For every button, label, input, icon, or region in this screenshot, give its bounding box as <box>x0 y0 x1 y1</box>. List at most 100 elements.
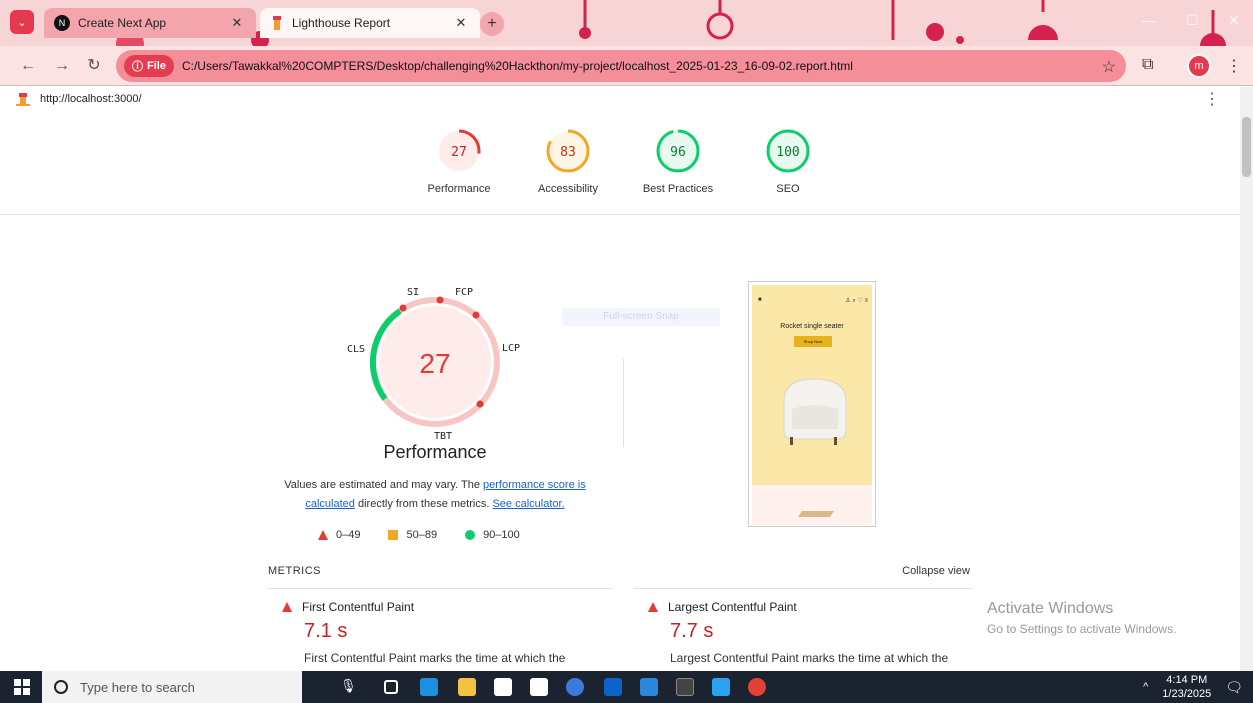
back-icon[interactable]: ← <box>18 56 38 76</box>
chevron-up-icon[interactable]: ^ <box>1143 681 1148 693</box>
new-tab-button[interactable]: + <box>480 12 504 36</box>
label-fcp: FCP <box>455 287 473 298</box>
final-screenshot[interactable]: ■ ♙ ⌕ ♡ ≡ Rocket single seater Shop Now <box>748 281 876 527</box>
edge-icon[interactable] <box>420 678 438 696</box>
notifications-icon[interactable]: 🗨 <box>1225 679 1243 696</box>
label-cls: CLS <box>347 344 365 355</box>
performance-gauge-large: SI FCP LCP TBT CLS 27 <box>347 287 520 442</box>
gauge-performance[interactable]: 27 Performance <box>409 127 509 195</box>
close-window-icon[interactable]: ✕ <box>1228 12 1240 29</box>
gauge-ring: 83 <box>546 129 590 173</box>
reload-icon[interactable]: ↻ <box>84 56 104 76</box>
gauge-seo[interactable]: 100 SEO <box>738 127 838 195</box>
file-explorer-icon[interactable] <box>458 678 476 696</box>
category-gauges: 27 Performance 83 Accessibility 96 Best … <box>0 111 1240 215</box>
browser-menu-icon[interactable]: ⋮ <box>1226 56 1242 76</box>
metrics-header: METRICS Collapse view <box>268 565 972 577</box>
toolbar: ← → ↻ ⓘ File C:/Users/Tawakkal%20COMPTERS… <box>0 46 1253 86</box>
fcp-marker <box>436 296 444 304</box>
microphone-icon[interactable]: 🎙 <box>340 678 358 696</box>
close-tab-icon[interactable]: ✕ <box>452 15 470 31</box>
legend-average: 50–89 <box>388 529 437 541</box>
extensions-icon[interactable]: ⧉ <box>1142 56 1153 74</box>
gauge-score: 100 <box>776 145 799 160</box>
forward-icon[interactable]: → <box>52 56 72 76</box>
si-marker <box>399 304 407 312</box>
profile-avatar[interactable]: m <box>1187 54 1211 78</box>
gauge-ring: 96 <box>656 129 700 173</box>
tab-title: Lighthouse Report <box>292 16 391 30</box>
scrollbar-thumb[interactable] <box>1242 117 1251 177</box>
maximize-icon[interactable]: ☐ <box>1186 12 1199 29</box>
divider <box>623 359 624 447</box>
task-view-icon[interactable] <box>384 680 398 694</box>
report-url[interactable]: http://localhost:3000/ <box>40 93 142 105</box>
taskbar-search[interactable]: Type here to search <box>42 671 302 703</box>
file-chip-label: File <box>147 60 166 72</box>
score-legend: 0–49 50–89 90–100 <box>318 529 578 541</box>
triangle-icon <box>318 530 328 540</box>
address-bar[interactable]: ⓘ File C:/Users/Tawakkal%20COMPTERS/Deskt… <box>116 50 1126 82</box>
divider <box>268 588 612 589</box>
windows-taskbar: Type here to search 🎙 ^ 4:14 PM 1/23/202… <box>0 671 1253 703</box>
close-tab-icon[interactable]: ✕ <box>228 15 246 31</box>
outlook-icon[interactable] <box>604 678 622 696</box>
label-lcp: LCP <box>502 343 520 354</box>
vscode-icon[interactable] <box>712 678 730 696</box>
see-calculator-link[interactable]: See calculator. <box>492 498 564 510</box>
watermark-line1: Activate Windows <box>987 600 1114 617</box>
legend-pass: 90–100 <box>465 529 520 541</box>
store-icon[interactable] <box>494 678 512 696</box>
metric-value: 7.1 s <box>304 620 348 642</box>
windows-start-icon[interactable] <box>14 679 30 695</box>
site-info-chip[interactable]: ⓘ File <box>124 55 174 77</box>
info-icon: ⓘ <box>132 61 143 73</box>
copilot-icon[interactable] <box>566 678 584 696</box>
page-scrollbar[interactable] <box>1240 87 1253 671</box>
performance-title: Performance <box>383 442 487 462</box>
gauge-accessibility[interactable]: 83 Accessibility <box>518 127 618 195</box>
collapse-view-toggle[interactable]: Collapse view <box>902 565 970 577</box>
tab-search-button[interactable]: ⌄ <box>10 10 34 34</box>
divider <box>634 588 972 589</box>
label-si: SI <box>407 287 419 298</box>
legend-label: 50–89 <box>406 529 438 541</box>
gauge-label: Performance <box>427 183 491 195</box>
tab-create-next-app[interactable]: N Create Next App ✕ <box>44 8 256 38</box>
mail-icon[interactable] <box>530 678 548 696</box>
screenshot-shop-button: Shop Now <box>794 336 832 347</box>
metric-name: Largest Contentful Paint <box>668 600 797 614</box>
fullscreen-hint: Full-screen Snap <box>562 308 720 326</box>
metric-lcp: Largest Contentful Paint 7.7 s Largest C… <box>648 600 988 665</box>
system-tray: ^ 4:14 PM 1/23/2025 🗨 <box>1143 671 1243 703</box>
gauge-label: SEO <box>776 183 800 195</box>
legend-label: 0–49 <box>336 529 361 541</box>
metric-value: 7.7 s <box>670 620 714 642</box>
chrome-icon[interactable] <box>748 678 766 696</box>
label-tbt: TBT <box>434 431 452 442</box>
lcp-marker <box>472 311 480 319</box>
screenshot-bottom-section <box>752 485 872 525</box>
bookmark-star-icon[interactable]: ☆ <box>1102 57 1116 77</box>
activate-windows-watermark: Activate Windows Go to Settings to activ… <box>987 600 1176 636</box>
metrics-heading: METRICS <box>268 565 321 577</box>
tab-lighthouse-report[interactable]: Lighthouse Report ✕ <box>260 8 480 38</box>
browser-tabstrip: ⌄ N Create Next App ✕ Lighthouse Report … <box>0 0 1253 46</box>
gauge-best-practices[interactable]: 96 Best Practices <box>628 127 728 195</box>
report-tools-menu-icon[interactable]: ⋮ <box>1204 89 1220 109</box>
tab-title: Create Next App <box>78 16 167 30</box>
url-text[interactable]: C:/Users/Tawakkal%20COMPTERS/Desktop/cha… <box>182 59 853 73</box>
armchair-image <box>783 378 847 445</box>
clock-date: 1/23/2025 <box>1162 688 1212 700</box>
minimize-icon[interactable]: — <box>1142 12 1156 28</box>
tbt-marker <box>476 400 484 408</box>
search-icon <box>54 680 68 694</box>
circle-icon <box>465 530 476 540</box>
clock[interactable]: 4:14 PM 1/23/2025 <box>1162 673 1211 701</box>
remote-desktop-icon[interactable] <box>640 678 658 696</box>
metric-description: First Contentful Paint marks the time at… <box>304 651 566 665</box>
note-text: Values are estimated and may vary. The <box>284 479 483 491</box>
menu-icon: ■ <box>758 297 762 303</box>
nextjs-favicon-icon: N <box>54 15 70 31</box>
terminal-icon[interactable] <box>676 678 694 696</box>
